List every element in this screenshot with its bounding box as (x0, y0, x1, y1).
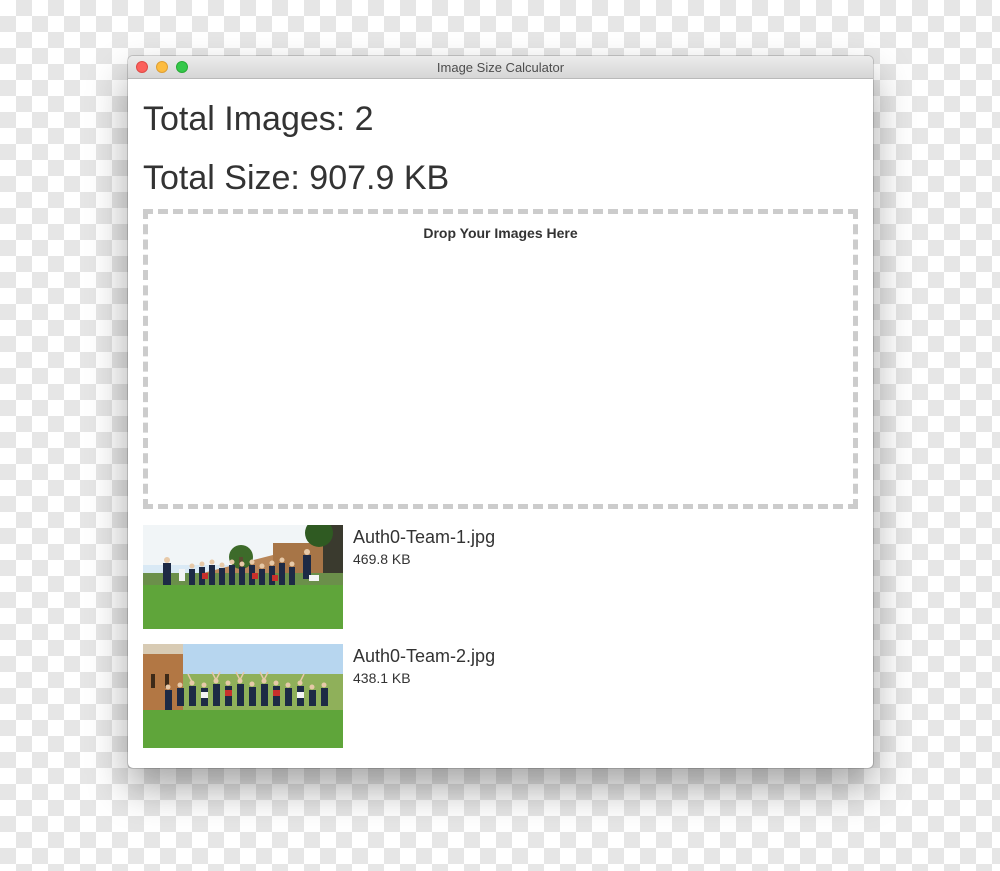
image-filename: Auth0-Team-1.jpg (353, 527, 496, 547)
image-list-item: Auth0-Team-1.jpg 469.8 KB (143, 525, 858, 629)
title-bar[interactable]: Image Size Calculator (128, 56, 873, 79)
image-filesize: 438.1 KB (353, 670, 411, 686)
dropzone-label: Drop Your Images Here (423, 225, 578, 241)
image-list-item: Auth0-Team-2.jpg 438.1 KB (143, 644, 858, 748)
image-filesize: 469.8 KB (353, 551, 411, 567)
image-thumbnail (143, 644, 343, 748)
app-window: Image Size Calculator Total Images: 2 To… (128, 56, 873, 768)
image-meta: Auth0-Team-2.jpg 438.1 KB (343, 644, 495, 686)
total-images-heading: Total Images: 2 (143, 100, 374, 138)
image-filename: Auth0-Team-2.jpg (353, 646, 496, 666)
image-meta: Auth0-Team-1.jpg 469.8 KB (343, 525, 495, 567)
window-title: Image Size Calculator (436, 60, 565, 75)
main-content: Total Images: 2 Total Size: 907.9 KB Dro… (128, 79, 873, 748)
total-size-heading: Total Size: 907.9 KB (143, 159, 450, 197)
image-dropzone[interactable]: Drop Your Images Here (143, 209, 858, 509)
image-thumbnail (143, 525, 343, 629)
image-list: Auth0-Team-1.jpg 469.8 KB Auth0-Team-2.j… (143, 525, 858, 748)
